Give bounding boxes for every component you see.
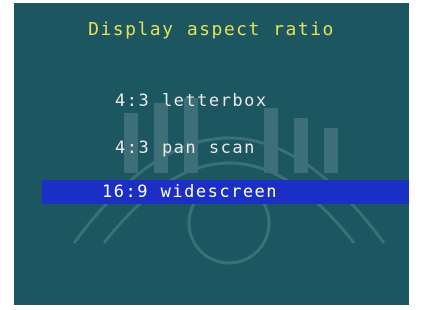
menu-item-16-9-widescreen[interactable]: 16:9 widescreen — [42, 180, 409, 204]
menu-title: Display aspect ratio — [88, 19, 335, 40]
menu-item-4-3-letterbox[interactable]: 4:3 letterbox — [115, 91, 268, 111]
tv-screen: Display aspect ratio 4:3 letterbox 4:3 p… — [14, 3, 409, 305]
menu-item-4-3-pan-scan[interactable]: 4:3 pan scan — [115, 138, 256, 158]
